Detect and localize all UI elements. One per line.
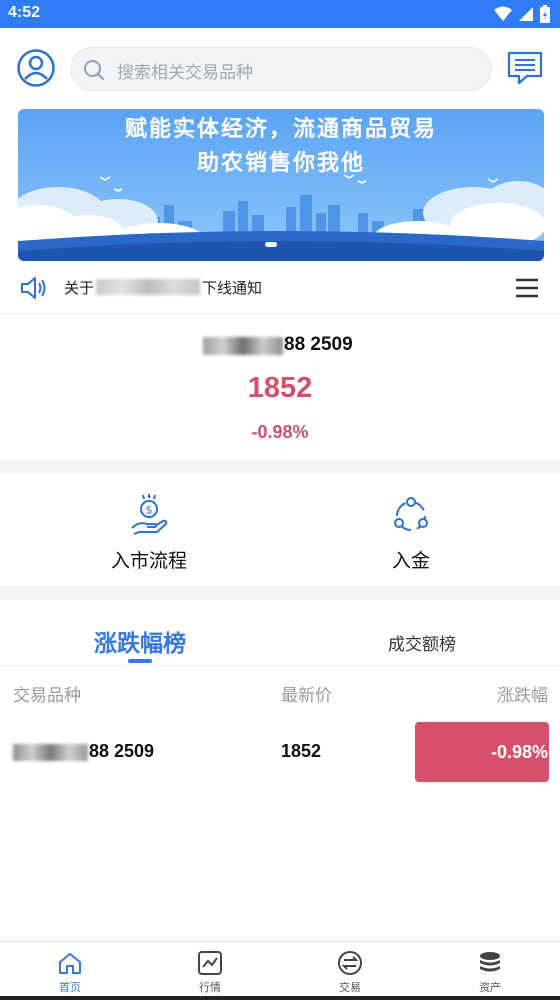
- nav-assets[interactable]: 资产: [420, 942, 560, 997]
- search-icon: [84, 60, 104, 80]
- tab-volume[interactable]: 成交额榜: [342, 600, 502, 666]
- section-divider: [0, 586, 560, 600]
- exchange-icon: [338, 951, 362, 975]
- column-header-change: 涨跌幅: [497, 686, 548, 706]
- redacted-product-name: [203, 337, 283, 355]
- wifi-icon: [494, 6, 512, 21]
- share-icon: [394, 497, 428, 531]
- search-placeholder: 搜索相关交易品种: [117, 63, 253, 83]
- section-divider: [0, 460, 560, 474]
- nav-market[interactable]: 行情: [140, 942, 280, 997]
- message-icon[interactable]: [505, 48, 545, 88]
- nav-label: 行情: [199, 981, 221, 994]
- svg-text:$: $: [146, 504, 153, 517]
- tab-label: 涨跌幅榜: [94, 631, 186, 657]
- quote-name: 88 2509: [284, 334, 353, 355]
- row-change-badge: -0.98%: [415, 722, 549, 782]
- banner-headline: 赋能实体经济，流通商品贸易: [124, 116, 437, 142]
- redacted-text: [96, 279, 200, 295]
- battery-icon: [540, 5, 550, 23]
- table-row[interactable]: 88 2509 1852 -0.98%: [0, 717, 560, 787]
- notice-prefix: 关于: [64, 279, 95, 297]
- speaker-icon: [21, 277, 46, 299]
- shortcut-market-entry[interactable]: $ 入市流程: [49, 474, 249, 586]
- signal-icon: [519, 7, 533, 21]
- chart-icon: [198, 951, 222, 975]
- featured-quote[interactable]: 88 2509 1852 -0.98%: [0, 316, 560, 460]
- notice-bar[interactable]: 关于 下线通知: [0, 262, 560, 314]
- hand-dollar-icon: $: [131, 494, 168, 535]
- banner-subheadline: 助农销售你我他: [196, 150, 365, 176]
- column-header-price: 最新价: [281, 686, 332, 706]
- nav-home[interactable]: 首页: [0, 942, 140, 997]
- search-bar[interactable]: 搜索相关交易品种: [70, 47, 492, 91]
- menu-icon[interactable]: [513, 276, 541, 300]
- status-bar: 4:52: [0, 0, 560, 28]
- shortcut-deposit[interactable]: 入金: [311, 474, 511, 586]
- shortcut-grid: $ 入市流程 入金: [0, 474, 560, 586]
- tab-gainers[interactable]: 涨跌幅榜: [60, 600, 220, 666]
- row-price: 1852: [281, 741, 322, 761]
- quote-price: 1852: [247, 372, 313, 404]
- promo-banner[interactable]: 赋能实体经济，流通商品贸易 助农销售你我他: [18, 109, 544, 261]
- system-icons: [494, 5, 550, 23]
- nav-label: 交易: [339, 981, 361, 994]
- ranking-tabs: 涨跌幅榜 成交额榜: [0, 600, 560, 666]
- system-navigation-bar: [0, 996, 560, 1000]
- nav-label: 首页: [59, 981, 81, 994]
- table-header: 交易品种 最新价 涨跌幅: [0, 667, 560, 717]
- nav-label: 资产: [479, 981, 501, 994]
- notice-suffix: 下线通知: [202, 279, 263, 297]
- shortcut-label: 入金: [391, 550, 430, 572]
- top-bar: 搜索相关交易品种: [0, 28, 560, 108]
- quote-change: -0.98%: [251, 422, 309, 442]
- tab-indicator: [128, 659, 152, 663]
- row-product-name: 88 2509: [89, 741, 155, 761]
- user-avatar-icon[interactable]: [16, 48, 56, 88]
- coins-icon: [480, 952, 500, 972]
- home-icon: [59, 953, 81, 974]
- shortcut-label: 入市流程: [110, 550, 187, 572]
- carousel-indicator[interactable]: [265, 242, 277, 247]
- status-time: 4:52: [8, 4, 41, 21]
- tab-label: 成交额榜: [388, 635, 456, 655]
- nav-trade[interactable]: 交易: [280, 942, 420, 997]
- redacted-product-name: [13, 744, 88, 761]
- bottom-navigation: 首页 行情 交易 资产: [0, 941, 560, 996]
- column-header-product: 交易品种: [13, 686, 81, 706]
